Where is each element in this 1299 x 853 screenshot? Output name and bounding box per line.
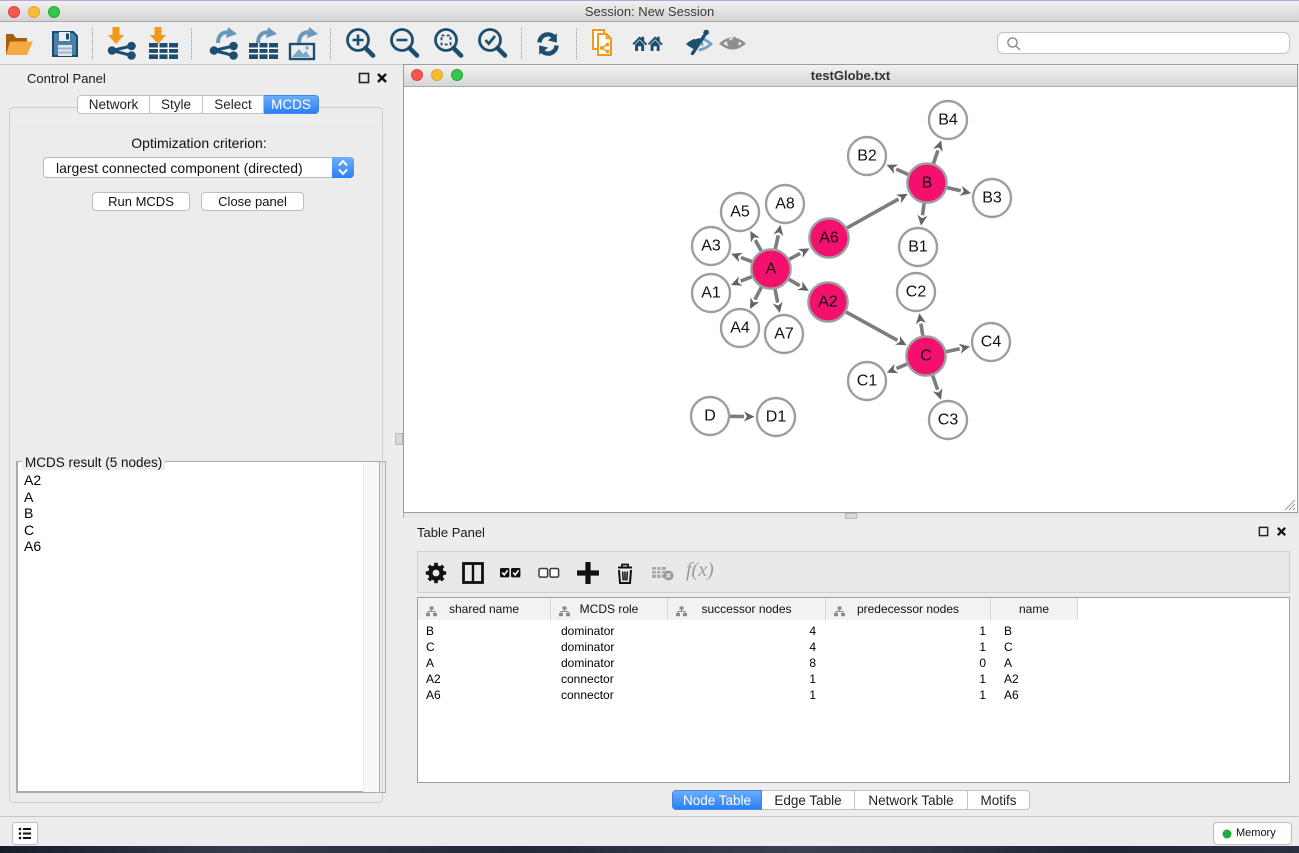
svg-text:A: A <box>766 261 777 278</box>
svg-text:A3: A3 <box>701 238 721 255</box>
svg-text:C2: C2 <box>906 284 927 301</box>
svg-text:C1: C1 <box>857 373 878 390</box>
svg-text:B2: B2 <box>857 148 877 165</box>
svg-text:B1: B1 <box>908 239 928 256</box>
svg-text:A5: A5 <box>730 204 750 221</box>
svg-text:B: B <box>922 175 933 192</box>
svg-text:D: D <box>704 408 716 425</box>
svg-text:B4: B4 <box>938 112 958 129</box>
svg-text:A2: A2 <box>818 294 838 311</box>
svg-text:C4: C4 <box>981 334 1002 351</box>
svg-text:A8: A8 <box>775 196 795 213</box>
svg-text:A1: A1 <box>701 285 721 302</box>
svg-text:D1: D1 <box>766 409 787 426</box>
svg-text:A7: A7 <box>774 326 794 343</box>
svg-text:B3: B3 <box>982 190 1002 207</box>
svg-text:A4: A4 <box>730 320 750 337</box>
svg-text:A6: A6 <box>819 230 839 247</box>
svg-text:C: C <box>920 348 932 365</box>
svg-text:C3: C3 <box>938 412 959 429</box>
